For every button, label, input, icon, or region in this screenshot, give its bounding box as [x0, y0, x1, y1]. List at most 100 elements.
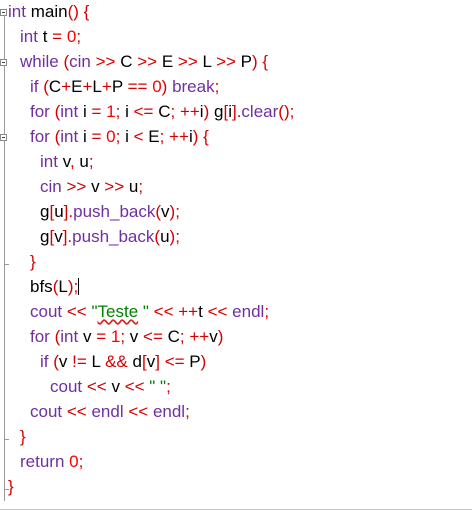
code-line[interactable]: g[v].push_back(u);: [40, 225, 180, 249]
code-token: +: [101, 77, 112, 96]
code-line[interactable]: cout << endl << endl;: [30, 400, 190, 424]
code-token: P: [240, 52, 252, 71]
code-token: u: [54, 202, 64, 221]
code-token: "Teste ": [91, 302, 149, 321]
code-token: int: [60, 102, 79, 121]
code-line[interactable]: cin >> v >> u;: [40, 175, 143, 199]
code-token: d: [132, 352, 142, 371]
code-token: <=: [143, 327, 163, 346]
code-token: &&: [105, 352, 128, 371]
code-token: ): [203, 102, 210, 121]
code-token: i: [125, 102, 129, 121]
code-token: u: [160, 227, 170, 246]
code-line[interactable]: if (v != L && d[v] <= P): [40, 350, 206, 374]
code-token: bfs: [30, 277, 53, 296]
code-token: int: [8, 2, 26, 21]
code-token: {: [262, 52, 269, 71]
code-token: !=: [72, 352, 87, 371]
code-token: C: [120, 52, 133, 71]
code-token: <=: [133, 102, 154, 121]
code-line[interactable]: for (int v = 1; v <= C; ++v): [30, 325, 223, 349]
code-line[interactable]: }: [20, 425, 26, 449]
code-token: ): [217, 327, 224, 346]
fold-end-marker: [4, 439, 9, 440]
code-token: endl: [152, 402, 186, 421]
text-cursor: [78, 278, 80, 295]
code-line[interactable]: if (C+E+L+P == 0) break;: [30, 75, 219, 99]
code-token: ]: [155, 352, 160, 371]
code-token: 0: [66, 27, 77, 46]
code-token: v: [129, 327, 139, 346]
code-token: endl: [232, 302, 265, 321]
code-line[interactable]: cout << v << " ";: [50, 375, 171, 399]
code-token: v: [209, 327, 218, 346]
code-token: {: [203, 127, 209, 146]
code-token: v: [82, 327, 92, 346]
fold-toggle-icon[interactable]: [0, 134, 7, 141]
code-token: u: [79, 152, 89, 171]
code-token: {: [83, 2, 90, 21]
code-token: <=: [164, 352, 185, 371]
code-token: ();: [278, 102, 295, 121]
code-token: <<: [124, 377, 145, 396]
code-token: }: [8, 477, 14, 496]
code-token: t: [198, 302, 203, 321]
code-line[interactable]: int t = 0;: [20, 25, 81, 49]
code-token: main: [30, 2, 68, 21]
code-token: }: [30, 252, 36, 271]
code-token: L: [202, 52, 212, 71]
code-token: ;: [170, 102, 176, 121]
code-token: <<: [153, 302, 174, 321]
code-token: cout: [30, 302, 63, 321]
code-editor[interactable]: int main() { int t = 0; while (cin >> C …: [0, 0, 472, 514]
code-token: 0: [69, 452, 79, 471]
fold-toggle-icon[interactable]: [0, 59, 7, 66]
code-token: >>: [104, 177, 125, 196]
code-token: 0: [152, 77, 162, 96]
code-token: 1: [110, 327, 121, 346]
code-token: push_back: [72, 227, 155, 246]
fold-toggle-icon[interactable]: [0, 9, 7, 16]
code-line[interactable]: bfs(L);: [30, 275, 80, 299]
code-token: i: [125, 127, 129, 146]
code-token: ++: [169, 127, 189, 146]
code-line[interactable]: }: [8, 475, 14, 499]
code-token: ++: [189, 327, 210, 346]
code-token: +: [82, 77, 93, 96]
fold-end-marker: [4, 264, 9, 265]
code-token: i: [82, 102, 87, 121]
code-line[interactable]: for (int i = 0; i < E; ++i) {: [30, 125, 209, 149]
code-line[interactable]: g[u].push_back(v);: [40, 200, 180, 224]
code-token: >>: [95, 52, 116, 71]
code-token: for: [30, 327, 50, 346]
code-token: v: [161, 202, 170, 221]
code-token: v: [91, 177, 100, 196]
code-line[interactable]: int v, u;: [40, 150, 94, 174]
code-token: <<: [128, 402, 149, 421]
code-token: P: [189, 352, 201, 371]
code-token: clear: [241, 102, 279, 121]
code-token: }: [20, 427, 26, 446]
code-token: t: [42, 27, 48, 46]
code-token: for: [30, 102, 50, 121]
code-token: ].: [63, 202, 74, 221]
code-line[interactable]: return 0;: [20, 450, 83, 474]
code-token: L: [92, 77, 102, 96]
code-token: <<: [66, 402, 87, 421]
code-token: cout: [50, 377, 83, 396]
code-token: if: [40, 352, 49, 371]
code-line[interactable]: while (cin >> C >> E >> L >> P) {: [20, 50, 268, 74]
code-line[interactable]: cout << "Teste " << ++t << endl;: [30, 300, 269, 324]
code-token: ): [200, 352, 207, 371]
code-line[interactable]: int main() {: [8, 0, 89, 24]
code-token: u: [128, 177, 139, 196]
code-token: ;: [179, 327, 185, 346]
code-token: ;: [264, 302, 270, 321]
code-line[interactable]: }: [30, 250, 36, 274]
code-token: );: [169, 202, 180, 221]
code-line[interactable]: for (int i = 1; i <= C; ++i) g[i].clear(…: [30, 100, 294, 124]
code-token: int: [40, 152, 58, 171]
code-token: =: [96, 327, 107, 346]
code-token: =: [52, 27, 63, 46]
code-token: ;: [185, 402, 190, 421]
